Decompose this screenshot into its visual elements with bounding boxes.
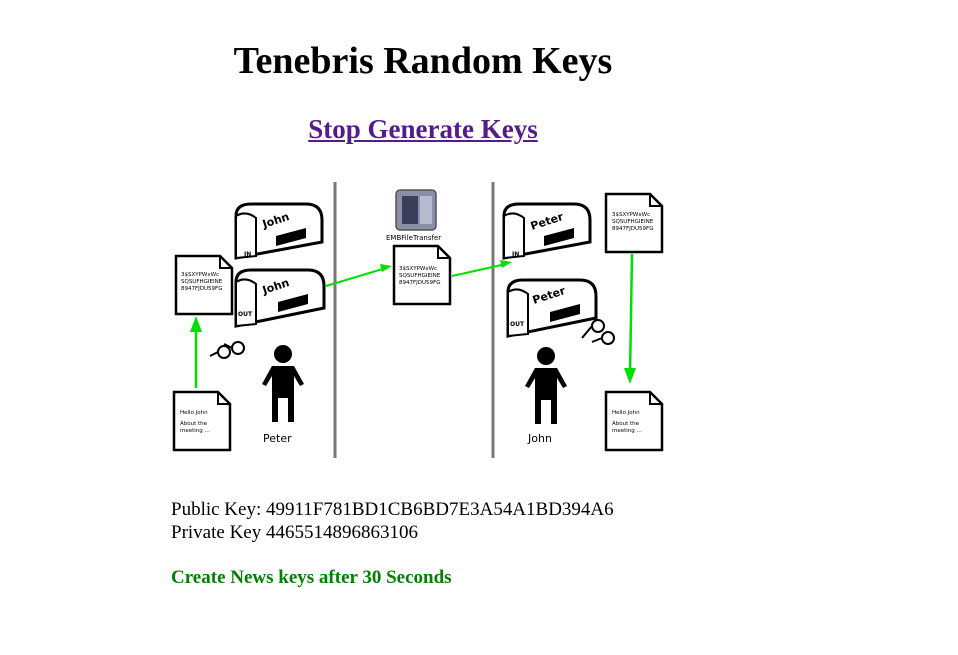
private-key: Private Key 4465514896863106 [171,522,418,543]
timer-status: Create News keys after 30 Seconds [171,567,452,588]
enc-line-2: SQSUFHGIEINE [181,279,223,285]
stop-generate-keys-link[interactable]: Stop Generate Keys [308,114,537,144]
encrypted-document-server: 3$SXYPWxWc SQSUFHGIEINE 8947FJDU59FG [392,244,452,306]
plain-rcv-line-2: About the [612,421,640,427]
mailbox-john-in: John IN [234,202,324,260]
plain-rcv-line-1: Hello John [612,410,640,416]
arrow-down-icon [624,253,636,384]
public-key: Public Key: 49911F781BD1CB6BD7E3A54A1BD3… [171,499,614,520]
plain-document-sender: Hello John About the meeting ... [172,390,232,452]
server-icon: EMBFileTransfer [386,189,441,242]
out-tag-receiver: OUT [510,321,525,328]
enc-rcv-line-1: 3$SXYPWxWc [612,212,650,218]
plain-line-1: Hello John [180,410,208,416]
mailbox-peter-in: Peter IN [502,202,592,260]
enc-mid-line-1: 3$SXYPWxWc [399,266,437,272]
enc-line-3: 8947FJDU59FG [181,286,222,292]
plain-document-receiver: Hello John About the meeting ... [604,390,664,452]
in-tag-sender: IN [244,251,251,258]
plain-line-3: meeting ... [180,428,210,434]
enc-line-1: 3$SXYPWxWc [181,272,219,278]
enc-rcv-line-2: SQSUFHGIEINE [612,219,654,225]
mailbox-peter-out: Peter OUT [506,278,598,338]
page: Tenebris Random Keys Stop Generate Keys … [0,0,958,655]
out-tag-sender: OUT [238,311,253,318]
person-peter-icon: Peter [262,345,304,445]
plain-rcv-line-3: meeting ... [612,428,642,434]
person-john-icon: John [525,347,567,445]
page-title: Tenebris Random Keys [233,40,613,82]
key-icon-sender [209,341,245,359]
encrypted-document-sender: 3$SXYPWxWc SQSUFHGIEINE 8947FJDU59FG [174,254,234,316]
encrypted-document-receiver: 3$SXYPWxWc SQSUFHGIEINE 8947FJDU59FG [604,192,664,254]
arrow-up-icon [190,316,202,388]
enc-mid-line-2: SQSUFHGIEINE [399,273,441,279]
key-icon-receiver [581,319,615,345]
arrow-to-receiver-icon [451,260,512,277]
server-label: EMBFileTransfer [386,234,441,242]
keys-block: Public Key: 49911F781BD1CB6BD7E3A54A1BD3… [171,498,614,544]
enc-mid-line-3: 8947FJDU59FG [399,280,440,286]
person-john-label: John [527,432,552,445]
mailbox-john-out: John OUT [234,268,326,328]
plain-line-2: About the [180,421,208,427]
enc-rcv-line-3: 8947FJDU59FG [612,226,653,232]
person-peter-label: Peter [263,432,292,445]
in-tag-receiver: IN [512,251,519,258]
stop-link-container: Stop Generate Keys [0,112,846,146]
encryption-diagram: John IN John OUT 3$SXYPWxWc SQSUFHGIEINE… [172,182,664,458]
